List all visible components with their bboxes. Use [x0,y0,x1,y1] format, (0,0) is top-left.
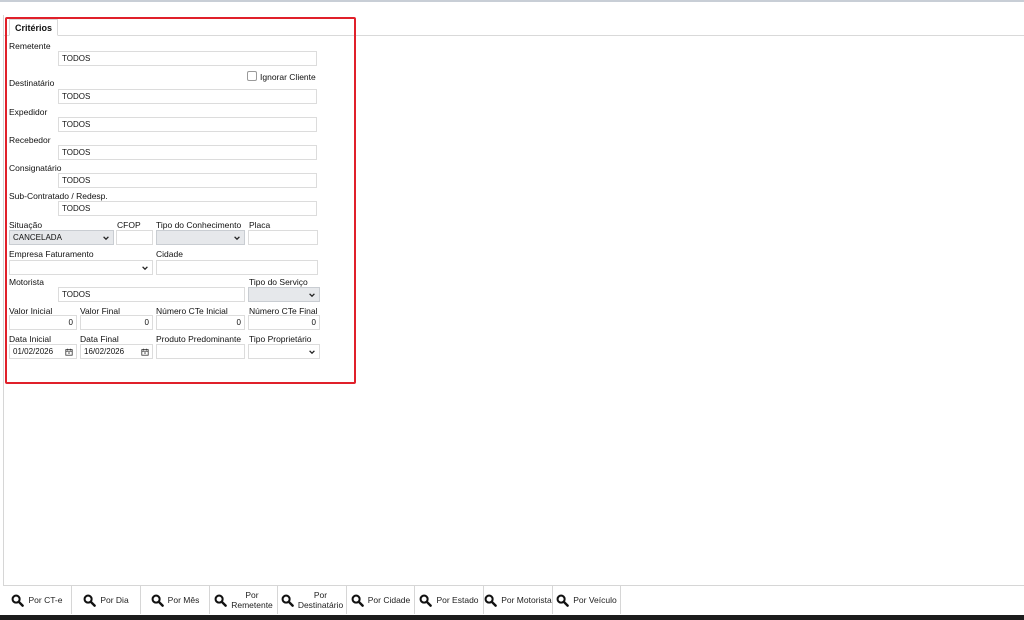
por-motorista-label: Por Motorista [501,595,552,605]
window-bottom-edge [0,615,1024,620]
por-destinatario-button[interactable]: Por Destinatário [278,586,347,614]
calendar-icon[interactable] [141,348,149,356]
por-mes-button[interactable]: Por Mês [141,586,210,614]
search-icon [281,594,294,607]
por-dia-button[interactable]: Por Dia [72,586,141,614]
data-inicial-value: 01/02/2026 [13,347,54,356]
situacao-value: CANCELADA [13,233,62,242]
search-icon [484,594,498,607]
data-inicial-input[interactable]: 01/02/2026 [9,344,77,359]
por-remetente-text: Por Remetente [231,590,273,610]
tipo-servico-label: Tipo do Serviço [249,277,308,287]
cfop-input[interactable] [116,230,153,245]
cidade-input[interactable] [156,260,318,275]
search-icon [556,594,570,607]
recebedor-input[interactable]: TODOS [58,145,317,160]
por-dia-label: Por Dia [100,595,129,605]
por-remetente-button[interactable]: Por Remetente [210,586,278,614]
consignatario-input[interactable]: TODOS [58,173,317,188]
chevron-down-icon [234,236,240,241]
motorista-label: Motorista [9,277,44,287]
data-final-input[interactable]: 16/02/2026 [80,344,153,359]
chevron-down-icon [309,293,315,298]
placa-label: Placa [249,220,271,230]
por-remetente-line2: Remetente [231,600,273,610]
search-icon [12,594,25,607]
search-icon [351,594,364,607]
por-cidade-label: Por Cidade [367,595,411,605]
ignorar-cliente-checkbox[interactable] [247,71,257,81]
por-veiculo-label: Por Veículo [573,595,617,605]
situacao-label: Situação [9,220,43,230]
subcontratado-input[interactable]: TODOS [58,201,317,216]
tab-strip-line [4,35,1024,36]
tab-criterios[interactable]: Critérios [9,19,58,36]
ignorar-cliente-label: Ignorar Cliente [260,72,316,82]
search-icon [83,594,97,607]
cfop-label: CFOP [117,220,141,230]
calendar-icon[interactable] [65,348,73,356]
empresa-faturamento-label: Empresa Faturamento [9,249,94,259]
por-remetente-line1: Por [245,590,259,600]
empresa-faturamento-select[interactable] [9,260,153,275]
valor-final-input[interactable]: 0 [80,315,153,330]
subcontratado-label: Sub-Contratado / Redesp. [9,191,108,201]
tipo-conhecimento-label: Tipo do Conhecimento [156,220,242,230]
situacao-select[interactable]: CANCELADA [9,230,114,245]
placa-input[interactable] [248,230,318,245]
valor-inicial-input[interactable]: 0 [9,315,77,330]
consignatario-label: Consignatário [9,163,62,173]
por-destinatario-text: Por Destinatário [298,590,343,610]
data-final-value: 16/02/2026 [84,347,125,356]
search-icon [214,594,228,607]
por-veiculo-button[interactable]: Por Veículo [553,586,621,614]
tipo-proprietario-label: Tipo Proprietário [249,334,312,344]
produto-predominante-input[interactable] [156,344,245,359]
por-cidade-button[interactable]: Por Cidade [347,586,415,614]
report-button-bar: Por CT-e Por Dia Por Mês Por Remetente P… [3,585,1024,615]
remetente-label: Remetente [9,41,51,51]
expedidor-label: Expedidor [9,107,48,117]
search-icon [151,594,164,607]
chevron-down-icon [309,350,315,355]
por-motorista-button[interactable]: Por Motorista [484,586,553,614]
por-destinatario-line2: Destinatário [297,600,344,610]
criteria-panel: Critérios Remetente TODOS Ignorar Client… [3,15,1024,585]
chevron-down-icon [103,236,109,241]
por-cte-label: Por CT-e [28,595,63,605]
expedidor-input[interactable]: TODOS [58,117,317,132]
por-destinatario-line1: Por [313,590,328,600]
motorista-input[interactable]: TODOS [58,287,245,302]
data-final-label: Data Final [80,334,119,344]
search-icon [420,594,433,607]
produto-predominante-label: Produto Predominante [156,334,242,344]
por-estado-label: Por Estado [436,595,479,605]
numero-cte-final-input[interactable]: 0 [248,315,320,330]
cidade-label: Cidade [156,249,183,259]
por-cte-button[interactable]: Por CT-e [3,586,72,614]
por-estado-button[interactable]: Por Estado [415,586,484,614]
destinatario-input[interactable]: TODOS [58,89,317,104]
tipo-servico-select[interactable] [248,287,320,302]
tipo-conhecimento-select[interactable] [156,230,245,245]
top-bar [0,0,1024,2]
numero-cte-inicial-input[interactable]: 0 [156,315,245,330]
destinatario-label: Destinatário [9,78,55,88]
tipo-proprietario-select[interactable] [248,344,320,359]
chevron-down-icon [142,266,148,271]
data-inicial-label: Data Inicial [9,334,52,344]
recebedor-label: Recebedor [9,135,51,145]
remetente-input[interactable]: TODOS [58,51,317,66]
por-mes-label: Por Mês [167,595,200,605]
